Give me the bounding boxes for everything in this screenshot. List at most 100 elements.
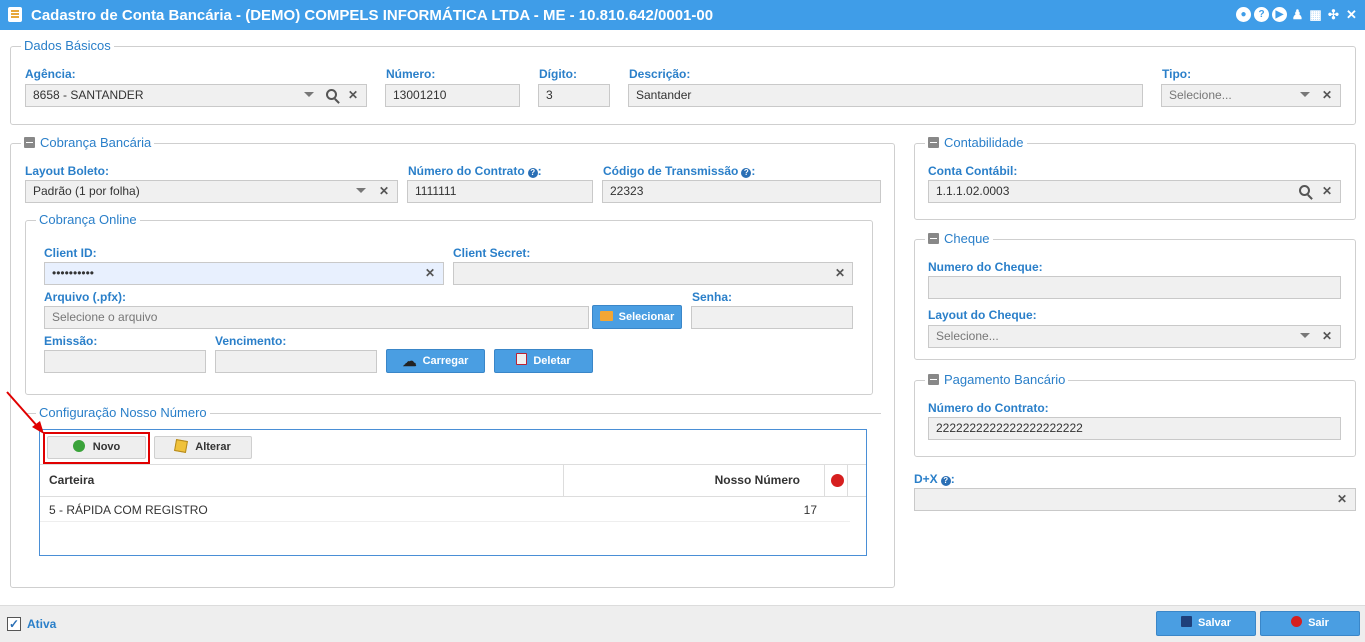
edit-icon bbox=[174, 439, 189, 453]
transmissao-field[interactable]: 22323 bbox=[602, 180, 881, 203]
dados-basicos-legend: Dados Básicos bbox=[21, 38, 114, 54]
layout-cheque-placeholder: Selecione... bbox=[936, 329, 999, 343]
contrato-field[interactable]: 1111111 bbox=[407, 180, 593, 203]
conta-contabil-label: Conta Contábil: bbox=[928, 164, 1018, 178]
numero-label: Número: bbox=[386, 67, 436, 81]
carregar-button[interactable]: ☁ Carregar bbox=[386, 349, 485, 373]
row-nosso-numero: 17 bbox=[803, 503, 817, 517]
cheque-legend[interactable]: Cheque bbox=[925, 231, 993, 247]
column-header-carteira[interactable]: Carteira bbox=[40, 465, 564, 496]
folder-icon bbox=[599, 311, 613, 321]
row-carteira: 5 - RÁPIDA COM REGISTRO bbox=[49, 503, 208, 517]
carregar-button-label: Carregar bbox=[422, 355, 469, 367]
selecionar-button[interactable]: Selecionar bbox=[592, 305, 682, 329]
table-row[interactable]: 5 - RÁPIDA COM REGISTRO 17 bbox=[40, 498, 850, 522]
tipo-placeholder: Selecione... bbox=[1169, 88, 1232, 102]
column-header-nosso-numero[interactable]: Nosso Número bbox=[565, 465, 825, 496]
delete-icon[interactable] bbox=[831, 474, 844, 487]
client-secret-field[interactable]: ✕ bbox=[453, 262, 853, 285]
user-icon[interactable]: ♟ bbox=[1290, 7, 1305, 22]
help-icon[interactable]: ? bbox=[1254, 7, 1269, 22]
ativa-label[interactable]: Ativa bbox=[27, 617, 56, 631]
clear-icon[interactable]: ✕ bbox=[1320, 181, 1334, 202]
layout-cheque-select[interactable]: Selecione... ✕ bbox=[928, 325, 1341, 348]
nosso-numero-header-text: Nosso Número bbox=[714, 473, 800, 487]
senha-field[interactable] bbox=[691, 306, 853, 329]
salvar-button-label: Salvar bbox=[1197, 617, 1232, 629]
highlight-arrow bbox=[6, 391, 44, 434]
ativa-checkbox[interactable]: ✓ bbox=[7, 617, 21, 631]
collapse-icon[interactable] bbox=[24, 137, 35, 148]
footer-bar: ✓ Ativa Salvar Sair bbox=[0, 605, 1365, 642]
save-icon bbox=[1180, 616, 1192, 627]
layout-boleto-select[interactable]: Padrão (1 por folha) ✕ bbox=[25, 180, 398, 203]
form-icon bbox=[8, 7, 22, 22]
cloud-upload-icon: ☁ bbox=[402, 353, 417, 369]
calendar-icon[interactable]: ▦ bbox=[1308, 7, 1323, 22]
highlight-box bbox=[43, 432, 150, 464]
cheque-legend-text: Cheque bbox=[944, 231, 990, 246]
collapse-icon[interactable] bbox=[928, 233, 939, 244]
titlebar-actions: ● ? ▶ ♟ ▦ ✣ ✕ bbox=[1236, 7, 1359, 22]
clear-icon[interactable]: ✕ bbox=[377, 181, 391, 202]
dx-field[interactable]: ✕ bbox=[914, 488, 1356, 511]
salvar-button[interactable]: Salvar bbox=[1156, 611, 1256, 636]
descricao-field[interactable]: Santander bbox=[628, 84, 1143, 107]
help-icon[interactable]: ? bbox=[527, 168, 538, 178]
dx-label-text: D+X bbox=[914, 472, 938, 486]
collapse-icon[interactable] bbox=[928, 374, 939, 385]
arquivo-field[interactable]: Selecione o arquivo bbox=[44, 306, 589, 329]
numero-field[interactable]: 13001210 bbox=[385, 84, 520, 107]
sair-button[interactable]: Sair bbox=[1260, 611, 1360, 636]
transmissao-label-text: Código de Transmissão bbox=[603, 164, 739, 178]
agencia-label: Agência: bbox=[25, 67, 76, 81]
record-icon[interactable]: ● bbox=[1236, 7, 1251, 22]
grid-header: Carteira Nosso Número bbox=[40, 465, 866, 497]
play-icon[interactable]: ▶ bbox=[1272, 7, 1287, 22]
help-icon[interactable]: ? bbox=[940, 476, 951, 486]
chevron-down-icon[interactable] bbox=[1298, 326, 1312, 347]
emissao-label: Emissão: bbox=[44, 334, 98, 348]
search-icon[interactable] bbox=[1296, 181, 1312, 202]
clear-icon[interactable]: ✕ bbox=[833, 263, 847, 284]
clear-icon[interactable]: ✕ bbox=[1320, 326, 1334, 347]
vencimento-field[interactable] bbox=[215, 350, 377, 373]
clear-icon[interactable]: ✕ bbox=[1320, 85, 1334, 106]
tipo-label: Tipo: bbox=[1162, 67, 1192, 81]
pagamento-legend-text: Pagamento Bancário bbox=[944, 372, 1066, 387]
compress-icon[interactable]: ✣ bbox=[1326, 7, 1341, 22]
emissao-field[interactable] bbox=[44, 350, 206, 373]
chevron-down-icon[interactable] bbox=[302, 85, 316, 106]
pagamento-contrato-field[interactable]: 2222222222222222222222 bbox=[928, 417, 1341, 440]
help-icon[interactable]: ? bbox=[741, 168, 752, 178]
close-icon[interactable]: ✕ bbox=[1344, 7, 1359, 22]
chevron-down-icon[interactable] bbox=[1298, 85, 1312, 106]
layout-boleto-label: Layout Boleto: bbox=[25, 164, 109, 178]
alterar-button[interactable]: Alterar bbox=[154, 436, 252, 459]
digito-field[interactable]: 3 bbox=[538, 84, 610, 107]
clear-icon[interactable]: ✕ bbox=[423, 263, 437, 284]
selecionar-button-label: Selecionar bbox=[618, 311, 675, 323]
pagamento-legend[interactable]: Pagamento Bancário bbox=[925, 372, 1069, 388]
deletar-button[interactable]: Deletar bbox=[494, 349, 593, 373]
agencia-select[interactable]: 8658 - SANTANDER ✕ bbox=[25, 84, 367, 107]
descricao-label: Descrição: bbox=[629, 67, 691, 81]
clear-icon[interactable]: ✕ bbox=[346, 85, 360, 106]
chevron-down-icon[interactable] bbox=[354, 181, 368, 202]
conta-contabil-field[interactable]: 1.1.1.02.0003 ✕ bbox=[928, 180, 1341, 203]
client-id-field[interactable]: •••••••••• ✕ bbox=[44, 262, 444, 285]
tipo-select[interactable]: Selecione... ✕ bbox=[1161, 84, 1341, 107]
numero-cheque-label: Numero do Cheque: bbox=[928, 260, 1043, 274]
contabilidade-legend[interactable]: Contabilidade bbox=[925, 135, 1027, 151]
delete-column-header[interactable] bbox=[826, 465, 848, 496]
client-id-value: •••••••••• bbox=[52, 266, 95, 280]
window-titlebar: Cadastro de Conta Bancária - (DEMO) COMP… bbox=[0, 0, 1365, 30]
numero-cheque-field[interactable] bbox=[928, 276, 1341, 299]
cobranca-legend[interactable]: Cobrança Bancária bbox=[21, 135, 155, 151]
collapse-icon[interactable] bbox=[928, 137, 939, 148]
clear-icon[interactable]: ✕ bbox=[1335, 489, 1349, 510]
senha-label: Senha: bbox=[692, 290, 733, 304]
search-icon[interactable] bbox=[323, 85, 339, 106]
dx-label: D+X?: bbox=[914, 472, 955, 486]
layout-cheque-label: Layout do Cheque: bbox=[928, 308, 1037, 322]
